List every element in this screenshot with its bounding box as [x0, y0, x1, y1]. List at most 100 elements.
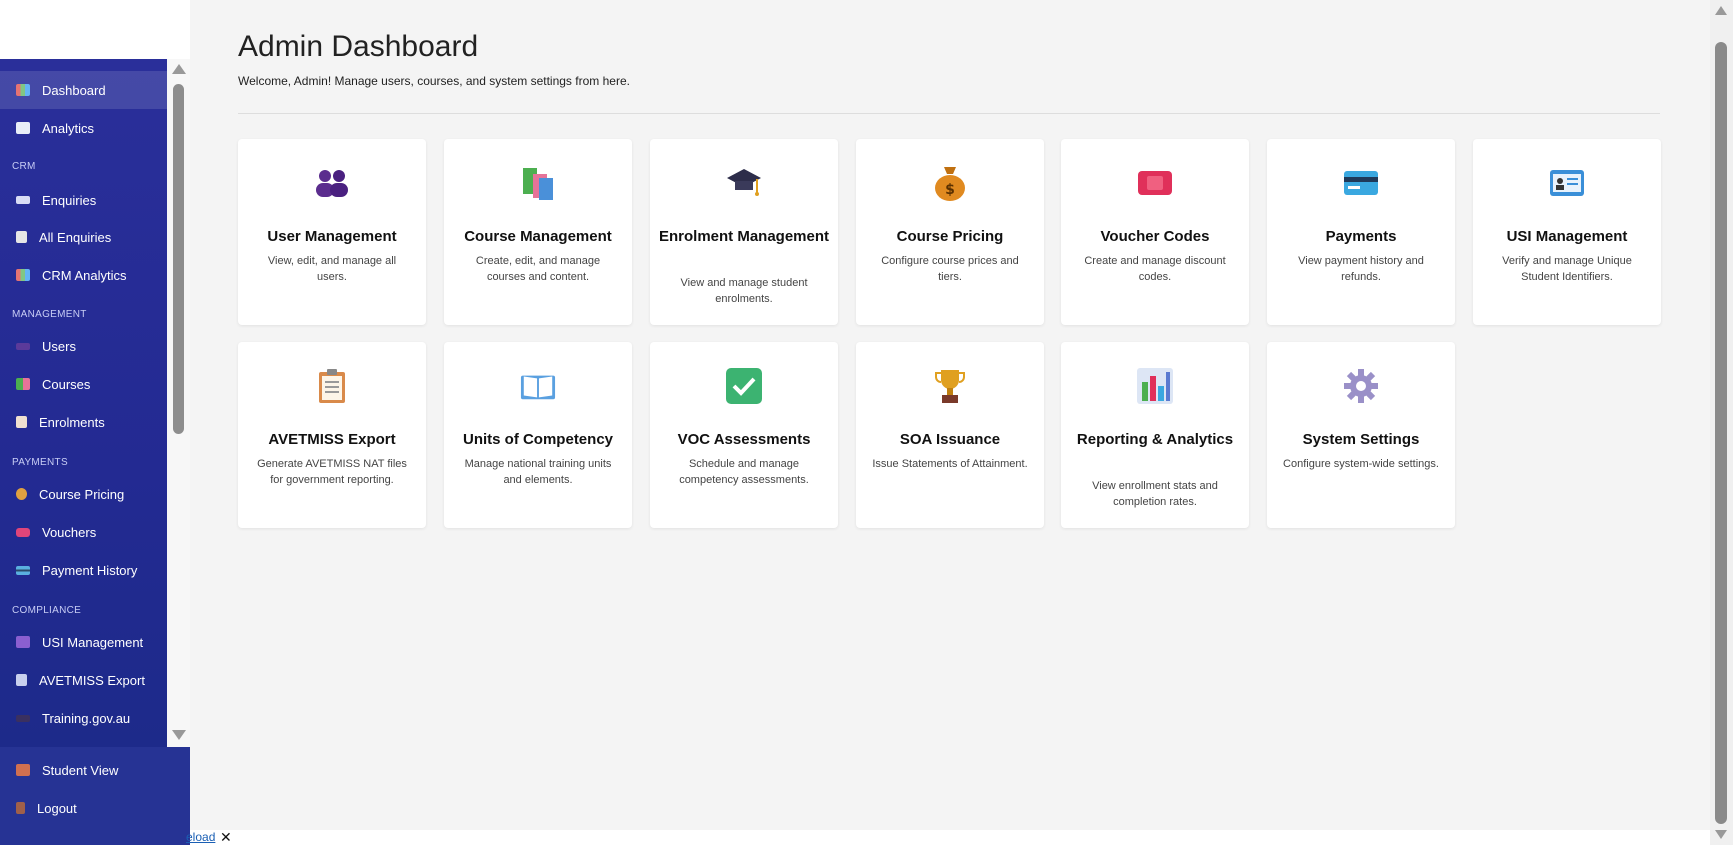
sidebar-item-label: Logout [37, 800, 77, 816]
ticket-icon [1137, 165, 1173, 201]
window-scrollbar[interactable] [1710, 0, 1733, 845]
sidebar-item-training-gov-au[interactable]: Training.gov.au [0, 699, 167, 737]
id-icon [16, 636, 30, 648]
sidebar-item-usi-management[interactable]: USI Management [0, 623, 167, 661]
sidebar-item-label: Payment History [42, 562, 138, 578]
sidebar: Admin Panel Dashboard Analytics CRM Enqu… [0, 0, 190, 845]
card-description: View and manage student enrolments. [680, 277, 808, 305]
sidebar-item-dashboard[interactable]: Dashboard [0, 71, 167, 109]
card-voucher-codes[interactable]: Voucher Codes Create and manage discount… [1061, 139, 1249, 325]
bar-chart-icon [16, 84, 30, 96]
main-content: Admin Dashboard Welcome, Admin! Manage u… [190, 0, 1710, 830]
sidebar-item-label: USI Management [42, 634, 144, 650]
card-usi-management[interactable]: USI Management Verify and manage Unique … [1473, 139, 1661, 325]
sidebar-item-label: Dashboard [42, 82, 106, 98]
sidebar-item-course-pricing[interactable]: Course Pricing [0, 475, 167, 513]
divider [238, 113, 1660, 114]
sidebar-item-enrolments[interactable]: Enrolments [0, 403, 167, 441]
reload-link[interactable]: eload [186, 830, 215, 844]
scroll-down-arrow-icon[interactable] [1715, 830, 1727, 839]
sidebar-item-label: Analytics [42, 120, 95, 136]
card-course-management[interactable]: Course Management Create, edit, and mana… [444, 139, 632, 325]
sidebar-item-crm-analytics[interactable]: CRM Analytics [0, 256, 167, 294]
books-icon [16, 378, 30, 390]
export-icon [16, 674, 27, 686]
sidebar-item-analytics[interactable]: Analytics [0, 109, 167, 147]
scroll-down-arrow-icon[interactable] [172, 730, 186, 740]
graduation-cap-icon [726, 165, 762, 201]
sidebar-item-label: CRM Analytics [42, 267, 127, 283]
card-title: Units of Competency [462, 431, 613, 448]
sidebar-item-logout[interactable]: Logout [0, 789, 190, 827]
section-title-payments: PAYMENTS [12, 457, 68, 468]
scrollbar-thumb[interactable] [1715, 42, 1727, 824]
money-bag-icon: $ [932, 165, 968, 201]
card-system-settings[interactable]: System Settings Configure system-wide se… [1267, 342, 1455, 528]
sidebar-item-label: Enrolments [39, 414, 105, 430]
clipboard-icon [16, 231, 27, 243]
line-chart-icon [16, 122, 30, 134]
sidebar-item-label: Training.gov.au [42, 710, 131, 726]
card-user-management[interactable]: User Management View, edit, and manage a… [238, 139, 426, 325]
id-card-icon [1549, 165, 1585, 201]
bar-chart-icon [1137, 368, 1173, 404]
card-description: Configure system-wide settings. [1283, 458, 1439, 470]
card-title: VOC Assessments [677, 431, 811, 448]
card-enrolment-management[interactable]: Enrolment Management View and manage stu… [650, 139, 838, 325]
credit-card-icon [1343, 165, 1379, 201]
sidebar-scrollbar[interactable] [167, 59, 190, 747]
sidebar-item-student-view[interactable]: Student View [0, 751, 190, 789]
trophy-icon [932, 368, 968, 404]
card-soa-issuance[interactable]: SOA Issuance Issue Statements of Attainm… [856, 342, 1044, 528]
section-title-crm: CRM [12, 161, 36, 172]
svg-text:$: $ [945, 182, 955, 198]
sidebar-item-vouchers[interactable]: Vouchers [0, 513, 167, 551]
users-icon [16, 342, 30, 350]
card-description: Create and manage discount codes. [1084, 255, 1226, 283]
card-units-of-competency[interactable]: Units of Competency Manage national trai… [444, 342, 632, 528]
card-course-pricing[interactable]: $ Course Pricing Configure course prices… [856, 139, 1044, 325]
sidebar-item-users[interactable]: Users [0, 327, 167, 365]
sidebar-item-label: All Enquiries [39, 229, 112, 245]
sidebar-item-enquiries[interactable]: Enquiries [0, 181, 167, 219]
card-title: System Settings [1302, 431, 1420, 448]
card-title: Course Pricing [896, 228, 1004, 245]
sidebar-item-avetmiss-export[interactable]: AVETMISS Export [0, 661, 167, 699]
scroll-up-arrow-icon[interactable] [1715, 6, 1727, 15]
graduation-cap-icon [16, 714, 30, 722]
card-title: AVETMISS Export [268, 431, 396, 448]
card-description: Generate AVETMISS NAT files for governme… [257, 458, 407, 486]
inbox-icon [16, 196, 30, 204]
scrollbar-thumb[interactable] [173, 84, 184, 434]
section-title-management: MANAGEMENT [12, 309, 87, 320]
brand: Admin Panel [0, 0, 190, 58]
bar-chart-icon [16, 269, 30, 281]
card-voc-assessments[interactable]: VOC Assessments Schedule and manage comp… [650, 342, 838, 528]
clipboard-icon [314, 368, 350, 404]
card-description: Verify and manage Unique Student Identif… [1502, 255, 1632, 283]
school-icon [16, 764, 30, 776]
sidebar-item-all-enquiries[interactable]: All Enquiries [0, 218, 167, 256]
sidebar-item-payment-history[interactable]: Payment History [0, 551, 167, 589]
scroll-up-arrow-icon[interactable] [172, 64, 186, 74]
books-icon [520, 165, 556, 201]
card-title: Voucher Codes [1100, 228, 1210, 245]
sidebar-item-courses[interactable]: Courses [0, 365, 167, 403]
card-avetmiss-export[interactable]: AVETMISS Export Generate AVETMISS NAT fi… [238, 342, 426, 528]
card-description: Configure course prices and tiers. [881, 255, 1019, 283]
money-bag-icon [16, 488, 27, 500]
card-title: Reporting & Analytics [1076, 431, 1234, 448]
card-payments[interactable]: Payments View payment history and refund… [1267, 139, 1455, 325]
close-icon[interactable]: ✕ [220, 829, 232, 845]
sidebar-item-label: Users [42, 338, 76, 354]
card-description: Schedule and manage competency assessmen… [679, 458, 809, 486]
card-reporting-analytics[interactable]: Reporting & Analytics View enrollment st… [1061, 342, 1249, 528]
card-description: Issue Statements of Attainment. [872, 458, 1028, 470]
card-title: Course Management [464, 228, 612, 245]
card-title: USI Management [1506, 228, 1628, 245]
card-title: SOA Issuance [899, 431, 1001, 448]
sidebar-item-label: AVETMISS Export [39, 672, 145, 688]
card-description: View payment history and refunds. [1298, 255, 1424, 283]
sidebar-bottom-nav: Student View Logout [0, 747, 190, 845]
card-title: Enrolment Management [658, 228, 830, 245]
